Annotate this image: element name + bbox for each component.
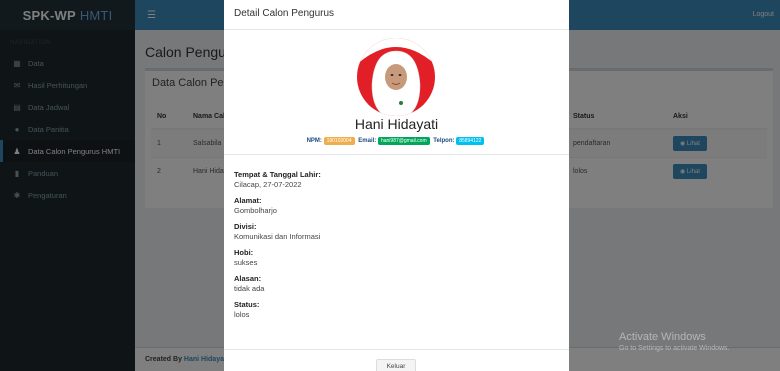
email-label: Email: bbox=[358, 138, 377, 144]
field-status: Status: lolos bbox=[234, 300, 554, 320]
field-label: Divisi: bbox=[234, 222, 257, 231]
watermark-subtitle: Go to Settings to activate Windows. bbox=[619, 345, 730, 352]
field-label: Tempat & Tanggal Lahir: bbox=[234, 170, 321, 179]
field-value: lolos bbox=[234, 310, 250, 319]
field-ttl: Tempat & Tanggal Lahir: Cilacap, 27-07-2… bbox=[234, 170, 554, 190]
field-value: Cilacap, 27-07-2022 bbox=[234, 180, 302, 189]
watermark-title: Activate Windows bbox=[619, 331, 706, 343]
npm-label: NPM: bbox=[306, 138, 322, 144]
field-hobi: Hobi: sukses bbox=[234, 248, 554, 268]
detail-fields: Tempat & Tanggal Lahir: Cilacap, 27-07-2… bbox=[234, 170, 554, 326]
telpon-badge: 85894122 bbox=[456, 137, 485, 145]
npm-badge: 190102004 bbox=[323, 137, 355, 145]
field-divisi: Divisi: Komunikasi dan Informasi bbox=[234, 222, 554, 242]
profile-photo bbox=[357, 38, 435, 116]
field-alasan: Alasan: tidak ada bbox=[234, 274, 554, 294]
field-label: Alamat: bbox=[234, 196, 262, 205]
field-label: Hobi: bbox=[234, 248, 254, 257]
field-value: Gombolharjo bbox=[234, 206, 277, 215]
field-label: Status: bbox=[234, 300, 260, 309]
divider bbox=[224, 154, 569, 155]
modal-footer: Keluar bbox=[224, 349, 569, 371]
field-value: sukses bbox=[234, 258, 258, 267]
detail-modal: Detail Calon Pengurus Hani Hidayati NPM:… bbox=[224, 0, 569, 371]
field-alamat: Alamat: Gombolharjo bbox=[234, 196, 554, 216]
contact-info: NPM: 190102004 Email: hani987@gmail.com … bbox=[224, 137, 569, 145]
email-badge: hani987@gmail.com bbox=[377, 137, 430, 145]
field-value: Komunikasi dan Informasi bbox=[234, 232, 321, 241]
candidate-name: Hani Hidayati bbox=[354, 116, 439, 132]
field-label: Alasan: bbox=[234, 274, 262, 283]
telpon-label: Telpon: bbox=[433, 138, 455, 144]
modal-title: Detail Calon Pengurus bbox=[224, 0, 569, 30]
field-value: tidak ada bbox=[234, 284, 265, 293]
close-button[interactable]: Keluar bbox=[376, 359, 416, 371]
activate-windows-watermark: Activate Windows Go to Settings to activ… bbox=[619, 331, 730, 352]
